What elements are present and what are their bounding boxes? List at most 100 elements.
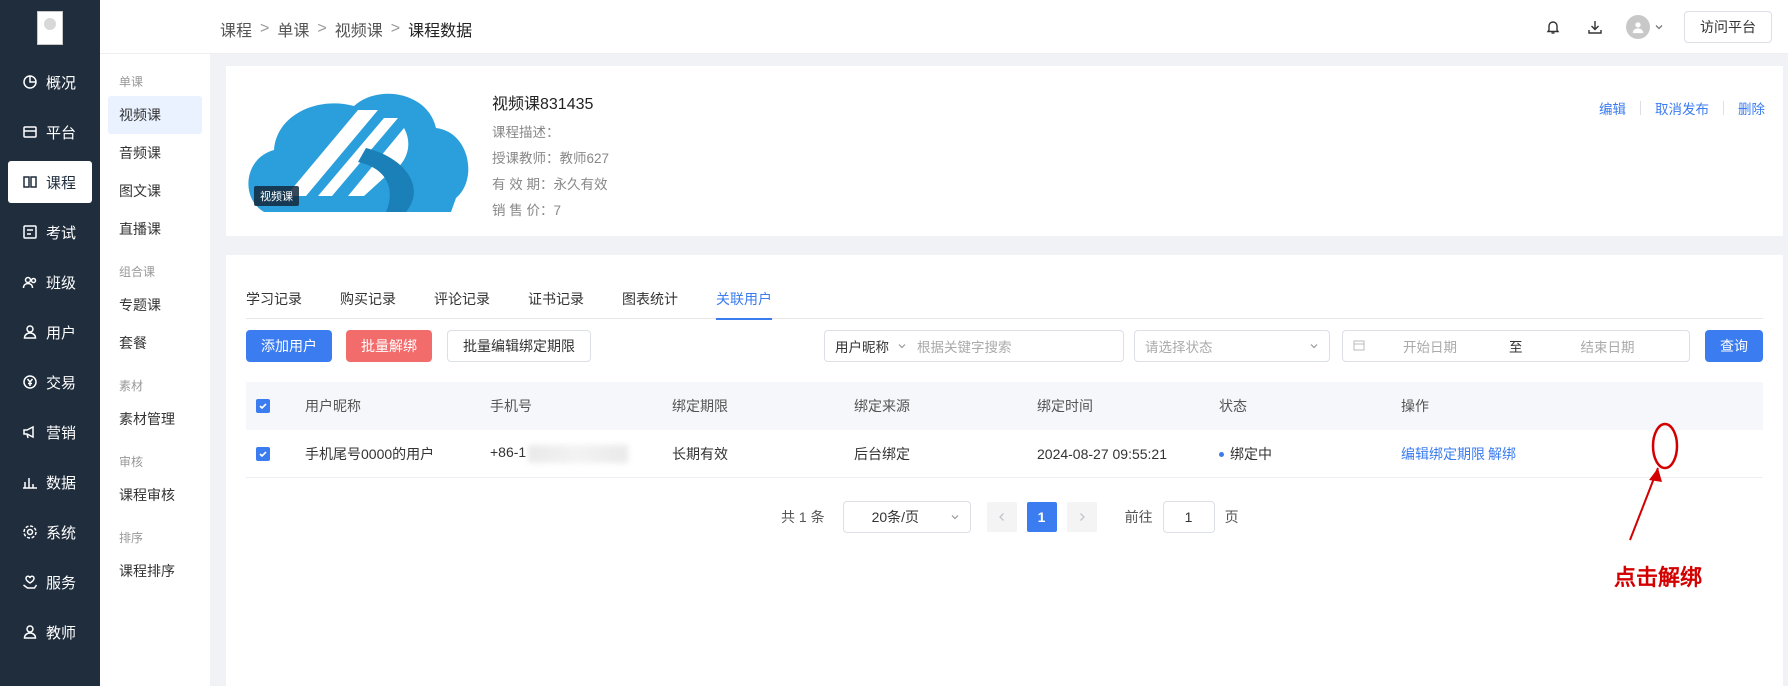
nav-label: 交易	[46, 374, 77, 392]
course-info-card: 视频课 视频课831435 课程描述： 授课教师：教师627 有 效 期：永久有…	[226, 66, 1783, 236]
subnav-group-title: 审核	[119, 455, 144, 469]
course-meta: 视频课831435 课程描述： 授课教师：教师627 有 效 期：永久有效 销 …	[492, 90, 609, 224]
course-teacher: 授课教师：教师627	[492, 151, 610, 166]
batch-unbind-button[interactable]: 批量解绑	[346, 330, 432, 362]
bar-chart-icon	[22, 474, 38, 490]
nav-item-system[interactable]: 系统	[8, 511, 92, 553]
subnav-item-review[interactable]: 课程审核	[108, 476, 202, 514]
nav-label: 班级	[46, 274, 77, 292]
top-actions: 访问平台	[1542, 11, 1772, 43]
course-cover[interactable]: 视频课	[246, 88, 471, 212]
current-page-button[interactable]: 1	[1026, 502, 1057, 532]
date-separator: 至	[1509, 340, 1523, 355]
phone-prefix: +86-1	[490, 444, 527, 461]
unbind-link[interactable]: 解绑	[1488, 444, 1516, 464]
nav-item-marketing[interactable]: 营销	[8, 411, 92, 453]
top-bar: 课程 > 单课 > 视频课 > 课程数据 访问平台	[100, 0, 1788, 54]
end-date-input[interactable]: 结束日期	[1581, 336, 1635, 356]
nav-item-overview[interactable]: 概况	[8, 61, 92, 103]
add-user-button[interactable]: 添加用户	[246, 330, 332, 362]
chevron-down-icon	[897, 339, 907, 354]
redacted-phone	[528, 444, 629, 463]
exam-icon	[22, 224, 38, 240]
page-size-select[interactable]: 20条/页	[842, 501, 971, 533]
breadcrumb-item[interactable]: 单课	[277, 17, 309, 41]
subnav-group-title: 单课	[119, 75, 144, 89]
yen-icon	[22, 374, 38, 390]
next-page-button[interactable]	[1066, 502, 1097, 532]
subnav-group-title: 排序	[119, 531, 144, 545]
nav-item-class[interactable]: 班级	[8, 261, 92, 303]
nav-item-service[interactable]: 服务	[8, 561, 92, 603]
subnav-item-package[interactable]: 套餐	[108, 324, 202, 362]
pagination: 共 1 条 20条/页 1 前往 1 页	[781, 501, 1239, 533]
nav-item-teacher[interactable]: 教师	[8, 611, 92, 653]
tab-purchase-records[interactable]: 购买记录	[340, 279, 396, 319]
row-checkbox[interactable]	[256, 446, 270, 461]
course-price: 销 售 价：7	[492, 203, 562, 218]
edit-bind-period-link[interactable]: 编辑绑定期限	[1401, 444, 1485, 464]
prev-page-button[interactable]	[986, 502, 1017, 532]
subnav-item-material[interactable]: 素材管理	[108, 400, 202, 438]
subnav-item-audio[interactable]: 音频课	[108, 134, 202, 172]
nav-item-exam[interactable]: 考试	[8, 211, 92, 253]
download-icon[interactable]	[1584, 16, 1606, 38]
tab-learning-records[interactable]: 学习记录	[246, 279, 302, 319]
edit-course-link[interactable]: 编辑	[1599, 98, 1626, 118]
query-button[interactable]: 查询	[1705, 330, 1763, 362]
group-icon	[22, 274, 38, 290]
breadcrumb-item[interactable]: 视频课	[335, 17, 383, 41]
subnav-group-title: 组合课	[119, 265, 156, 279]
batch-edit-period-button[interactable]: 批量编辑绑定期限	[447, 330, 591, 362]
tab-comment-records[interactable]: 评论记录	[434, 279, 490, 319]
subnav-group-title: 素材	[119, 379, 144, 393]
annotation-overlay	[1629, 422, 1679, 541]
breadcrumb-item[interactable]: 课程	[220, 17, 252, 41]
status-select[interactable]: 请选择状态	[1134, 330, 1330, 362]
chevron-down-icon	[950, 509, 960, 525]
nav-item-trade[interactable]: 交易	[8, 361, 92, 403]
nav-label: 用户	[46, 324, 77, 342]
breadcrumb-separator-icon: >	[317, 20, 327, 37]
teacher-icon	[22, 624, 38, 640]
start-date-input[interactable]: 开始日期	[1403, 336, 1457, 356]
goto-page-input[interactable]: 1	[1162, 501, 1215, 533]
search-input[interactable]: 用户昵称 根据关键字搜索	[824, 330, 1124, 362]
nav-item-platform[interactable]: 平台	[8, 111, 92, 153]
subnav-item-article[interactable]: 图文课	[108, 172, 202, 210]
table-row: 手机尾号0000的用户 +86-1 长期有效 后台绑定 2024-08-27 0…	[246, 430, 1763, 478]
subnav-item-video[interactable]: 视频课	[108, 96, 202, 134]
store-icon	[22, 124, 38, 140]
subnav-item-topic[interactable]: 专题课	[108, 286, 202, 324]
course-validity: 有 效 期：永久有效	[492, 177, 608, 192]
chevron-down-icon[interactable]	[1654, 19, 1664, 35]
annotation-label: 点击解绑	[1614, 565, 1703, 591]
nav-item-data[interactable]: 数据	[8, 461, 92, 503]
tab-certificate-records[interactable]: 证书记录	[528, 279, 584, 319]
chevron-left-icon	[998, 513, 1004, 521]
select-all-checkbox[interactable]	[256, 399, 270, 413]
status-dot-icon	[1219, 452, 1224, 458]
user-phone: +86-1	[490, 444, 629, 463]
search-field-select[interactable]: 用户昵称	[825, 336, 889, 356]
tab-chart-stats[interactable]: 图表统计	[622, 279, 678, 319]
tab-linked-users[interactable]: 关联用户	[716, 279, 772, 320]
breadcrumb: 课程 > 单课 > 视频课 > 课程数据	[220, 17, 472, 41]
subnav-item-sort[interactable]: 课程排序	[108, 552, 202, 590]
breadcrumb-current: 课程数据	[408, 23, 473, 40]
column-header: 手机号	[490, 398, 532, 414]
pie-chart-icon	[22, 74, 38, 90]
date-range-picker[interactable]: 开始日期 至 结束日期	[1342, 330, 1690, 362]
subnav-item-live[interactable]: 直播课	[108, 210, 202, 248]
visit-platform-button[interactable]: 访问平台	[1684, 11, 1772, 43]
nav-item-course[interactable]: 课程	[8, 161, 92, 203]
logo-icon[interactable]	[37, 11, 63, 45]
unpublish-link[interactable]: 取消发布	[1655, 98, 1709, 118]
bell-icon[interactable]	[1542, 16, 1564, 38]
avatar[interactable]	[1626, 15, 1650, 39]
column-header: 状态	[1219, 398, 1247, 414]
cover-type-badge: 视频课	[254, 186, 299, 206]
delete-course-link[interactable]: 删除	[1738, 98, 1765, 118]
nav-item-user[interactable]: 用户	[8, 311, 92, 353]
course-data-card: 学习记录 购买记录 评论记录 证书记录 图表统计 关联用户 添加用户 批量解绑 …	[226, 255, 1783, 686]
